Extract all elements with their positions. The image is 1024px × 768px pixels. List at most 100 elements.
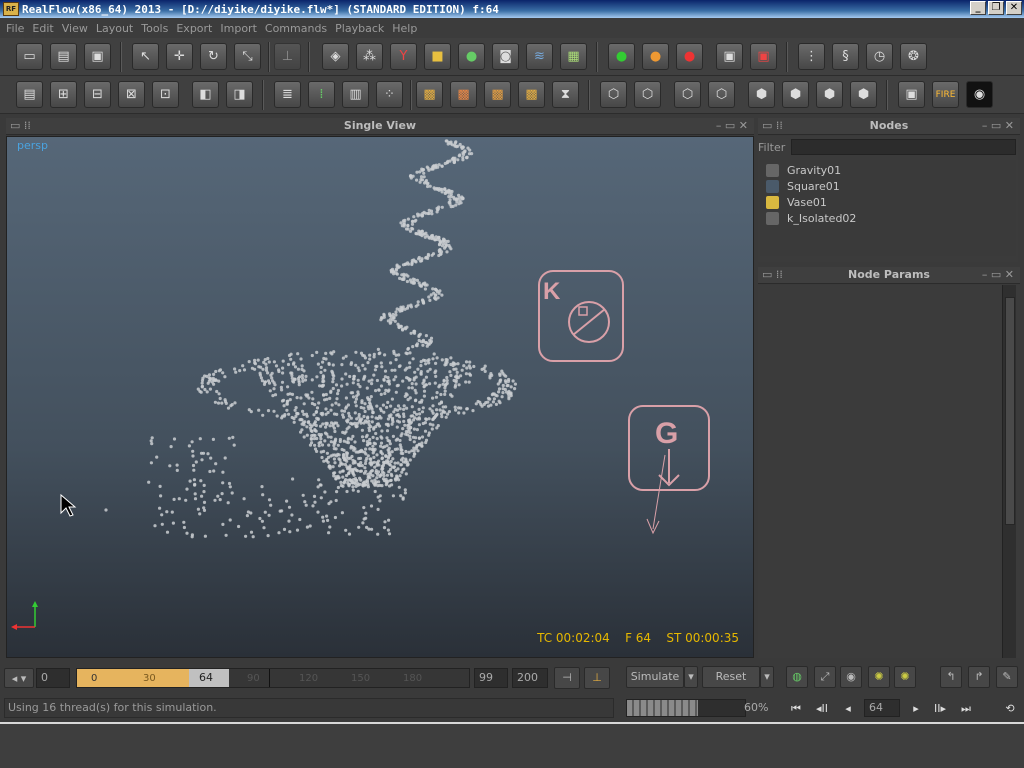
tool-14-icon[interactable]: ▩ (484, 81, 511, 108)
status-orange-icon[interactable]: ● (642, 43, 669, 70)
scrollbar-thumb[interactable] (1005, 297, 1015, 525)
tree-item-gravity01[interactable]: Gravity01 (766, 162, 841, 178)
params-scrollbar[interactable] (1002, 285, 1016, 658)
filter-input[interactable] (791, 139, 1016, 155)
new-file-icon[interactable]: ▭ (16, 43, 43, 70)
menu-playback[interactable]: Playback (335, 22, 384, 35)
timeline-menu-button[interactable]: ◂ ▾ (4, 668, 34, 688)
menu-help[interactable]: Help (392, 22, 417, 35)
tool-10-icon[interactable]: ▥ (342, 81, 369, 108)
view-tool-4-icon[interactable]: ✺ (894, 666, 916, 688)
script-curve-icon[interactable]: § (832, 43, 859, 70)
tree-item-vase01[interactable]: Vase01 (766, 194, 827, 210)
tool-19-icon[interactable]: ⬡ (708, 81, 735, 108)
fire-icon[interactable]: FIRE (932, 81, 959, 108)
maximize-icon[interactable]: ❐ (988, 1, 1004, 15)
tool-17-icon[interactable]: ⬡ (634, 81, 661, 108)
play-icon[interactable]: ▸ (906, 701, 926, 717)
close-icon[interactable]: ✕ (1006, 1, 1022, 15)
simulate-button[interactable]: Simulate (626, 666, 684, 688)
tool-7-icon[interactable]: ◨ (226, 81, 253, 108)
menu-edit[interactable]: Edit (32, 22, 53, 35)
panel-window-controls[interactable]: – ▭ ✕ (716, 118, 748, 134)
add-object-icon[interactable]: ◈ (322, 43, 349, 70)
tool-13-icon[interactable]: ▩ (450, 81, 477, 108)
menu-layout[interactable]: Layout (96, 22, 133, 35)
tool-5-icon[interactable]: ⊡ (152, 81, 179, 108)
reset-dropdown-icon[interactable]: ▾ (760, 666, 774, 688)
key-prev-icon[interactable]: ⊣ (554, 667, 580, 689)
3d-viewport[interactable]: persp K G TC 00:02:04 F 64 ST 00:00:35 (6, 136, 754, 658)
view-tool-6-icon[interactable]: ↱ (968, 666, 990, 688)
view-tool-1-icon[interactable]: ◍ (786, 666, 808, 688)
eye-icon[interactable]: ◉ (840, 666, 862, 688)
timeline-end-field[interactable]: 99 (474, 668, 508, 688)
add-camera-icon[interactable]: ◙ (492, 43, 519, 70)
scale-tool-icon[interactable]: ⤡ (234, 43, 261, 70)
add-wave-icon[interactable]: ≋ (526, 43, 553, 70)
step-back-icon[interactable]: ◂II (812, 701, 832, 717)
view-tool-5-icon[interactable]: ↰ (940, 666, 962, 688)
add-daemon-icon[interactable]: Y (390, 43, 417, 70)
tool-1-icon[interactable]: ▤ (16, 81, 43, 108)
status-green-icon[interactable]: ● (608, 43, 635, 70)
add-rigid-icon[interactable]: ● (458, 43, 485, 70)
nodes-float-icon[interactable]: ▭ ⁞⁞ (762, 118, 783, 134)
tool-18-icon[interactable]: ⬡ (674, 81, 701, 108)
tree-item-square01[interactable]: Square01 (766, 178, 840, 194)
tool-12-icon[interactable]: ▩ (416, 81, 443, 108)
tool-9-icon[interactable]: ⁞ (308, 81, 335, 108)
save-file-icon[interactable]: ▣ (84, 43, 111, 70)
timeline-max-field[interactable]: 200 (512, 668, 548, 688)
select-tool-icon[interactable]: ↖ (132, 43, 159, 70)
k-isolated-daemon-gizmo[interactable]: K (538, 270, 624, 362)
open-file-icon[interactable]: ▤ (50, 43, 77, 70)
tool-22-icon[interactable]: ⬢ (816, 81, 843, 108)
tool-21-icon[interactable]: ⬢ (782, 81, 809, 108)
wrench-icon[interactable]: ✎ (996, 666, 1018, 688)
tool-25-icon[interactable]: ◉ (966, 81, 993, 108)
loop-icon[interactable]: ⟲ (1000, 701, 1020, 717)
params-window-controls[interactable]: – ▭ ✕ (982, 267, 1014, 283)
view-tool-2-icon[interactable]: ⤢ (814, 666, 836, 688)
move-tool-icon[interactable]: ✛ (166, 43, 193, 70)
script-brain-icon[interactable]: ❂ (900, 43, 927, 70)
go-start-icon[interactable]: ⏮ (786, 701, 806, 717)
hourglass-icon[interactable]: ⧗ (552, 81, 579, 108)
tool-3-icon[interactable]: ⊟ (84, 81, 111, 108)
add-mesh-icon[interactable]: ■ (424, 43, 451, 70)
tool-11-icon[interactable]: ⁘ (376, 81, 403, 108)
step-forward-icon[interactable]: II▸ (930, 701, 950, 717)
tool-20-icon[interactable]: ⬢ (748, 81, 775, 108)
tool-2-icon[interactable]: ⊞ (50, 81, 77, 108)
add-grid-icon[interactable]: ▦ (560, 43, 587, 70)
params-float-icon[interactable]: ▭ ⁞⁞ (762, 267, 783, 283)
menu-view[interactable]: View (62, 22, 88, 35)
timeline-start-field[interactable]: 0 (36, 668, 70, 688)
view-tool-3-icon[interactable]: ✺ (868, 666, 890, 688)
tool-6-icon[interactable]: ◧ (192, 81, 219, 108)
go-end-icon[interactable]: ⏭ (956, 701, 976, 717)
add-emitter-icon[interactable]: ⁂ (356, 43, 383, 70)
menu-file[interactable]: File (6, 22, 24, 35)
status-red-icon[interactable]: ● (676, 43, 703, 70)
script-graph-icon[interactable]: ⋮ (798, 43, 825, 70)
tool-8-icon[interactable]: ≣ (274, 81, 301, 108)
tool-15-icon[interactable]: ▩ (518, 81, 545, 108)
minimize-icon[interactable]: _ (970, 1, 986, 15)
timeline-current-frame[interactable]: 64 (189, 669, 229, 687)
reset-button[interactable]: Reset (702, 666, 760, 688)
tool-23-icon[interactable]: ⬢ (850, 81, 877, 108)
menu-commands[interactable]: Commands (265, 22, 327, 35)
frame-field[interactable]: 64 (864, 699, 900, 717)
timeline-track[interactable]: 0 30 64 90 120 150 180 (76, 668, 470, 688)
rotate-tool-icon[interactable]: ↻ (200, 43, 227, 70)
tree-item-k-isolated02[interactable]: k_Isolated02 (766, 210, 856, 226)
menu-import[interactable]: Import (220, 22, 257, 35)
cache-save-icon[interactable]: ▣ (716, 43, 743, 70)
tool-4-icon[interactable]: ⊠ (118, 81, 145, 108)
gravity-daemon-gizmo[interactable]: G (628, 405, 710, 535)
menu-export[interactable]: Export (176, 22, 212, 35)
simulate-dropdown-icon[interactable]: ▾ (684, 666, 698, 688)
cache-delete-icon[interactable]: ▣ (750, 43, 777, 70)
